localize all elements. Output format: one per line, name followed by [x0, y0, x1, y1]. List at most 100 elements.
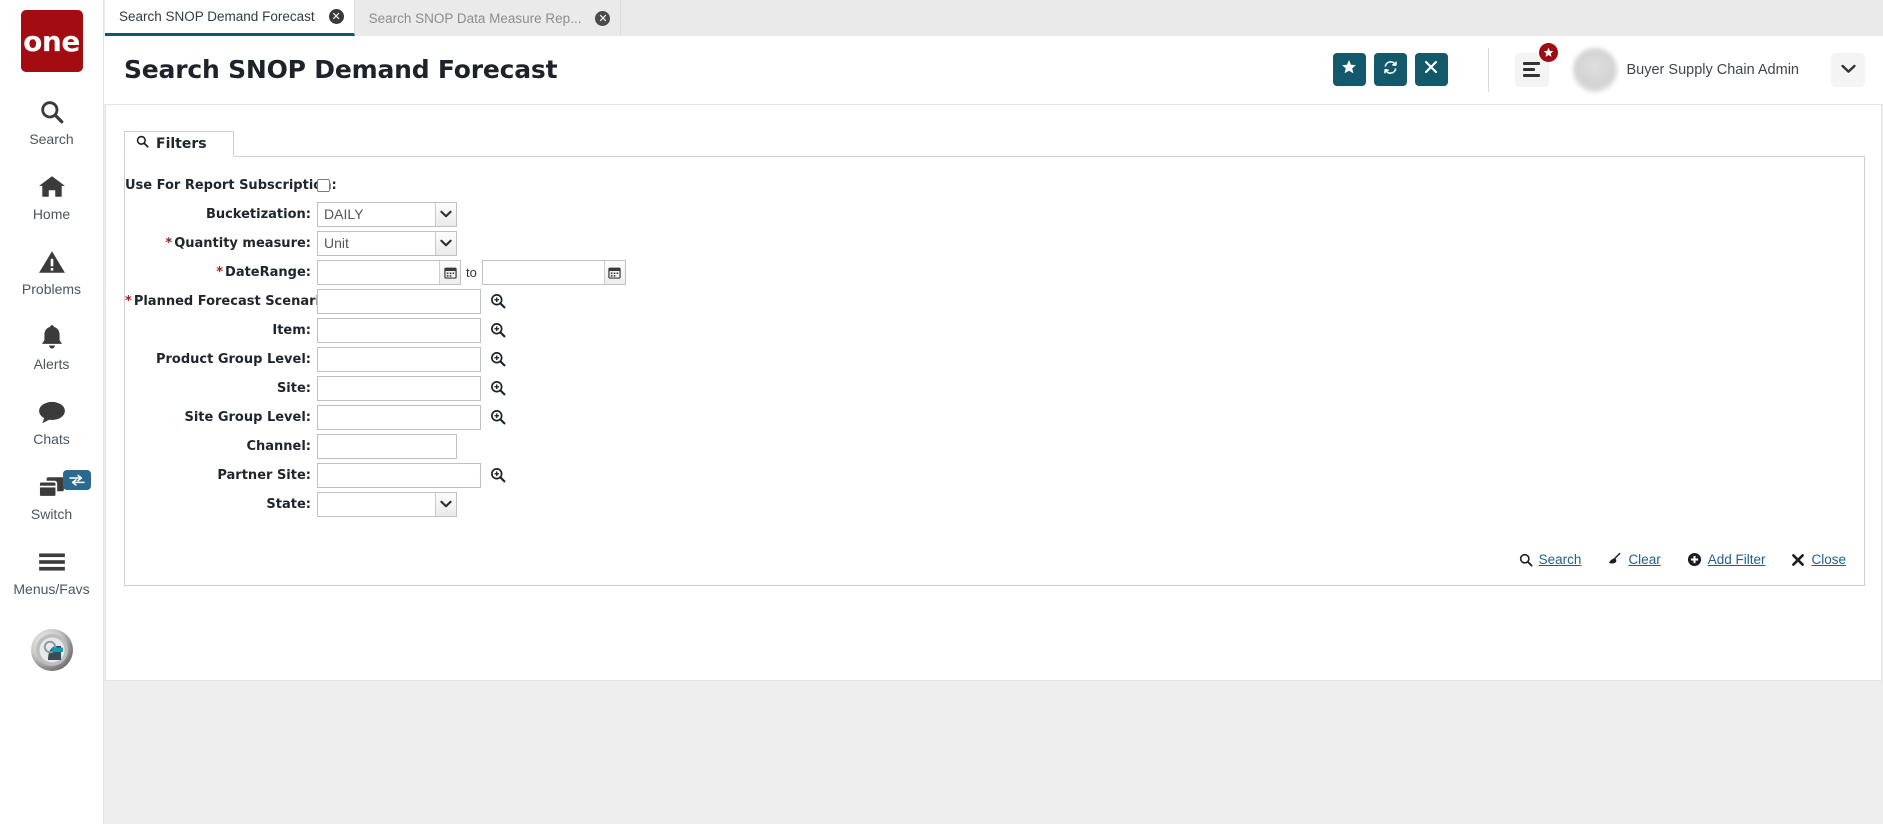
field-label: Item: [125, 323, 317, 338]
chevron-down-icon[interactable] [435, 232, 456, 255]
add-filter-button[interactable]: Add Filter [1687, 552, 1766, 567]
close-button[interactable] [1415, 53, 1448, 86]
sidebar-item-chats[interactable]: Chats [0, 397, 104, 447]
sidebar-item-alerts[interactable]: Alerts [0, 322, 104, 372]
sidebar-item-menus-favs[interactable]: Menus/Favs [0, 547, 104, 597]
user-email [1627, 79, 1800, 93]
field-label: Bucketization: [125, 207, 317, 222]
bucketization-select[interactable]: DAILY [317, 202, 457, 227]
tab-filters[interactable]: Filters [124, 131, 234, 157]
field-label: Channel: [125, 439, 317, 454]
field-row-item: Item: [125, 316, 1864, 344]
panel-tab-label: Filters [156, 136, 207, 152]
menu-button[interactable] [1515, 53, 1549, 87]
sidebar-item-search[interactable]: Search [0, 97, 104, 147]
tab-search-snop-data-measure-report[interactable]: Search SNOP Data Measure Rep... ✕ [355, 0, 622, 36]
sidebar-item-label: Chats [33, 431, 70, 447]
magnifier-plus-icon[interactable] [490, 293, 506, 309]
filters-form: Use For Report Subscription: Bucketizati… [124, 157, 1865, 586]
date-range-from-group [317, 260, 461, 285]
tab-label: Search SNOP Data Measure Rep... [369, 11, 582, 26]
tab-label: Search SNOP Demand Forecast [119, 9, 315, 24]
field-row-site: Site: [125, 374, 1864, 402]
favorite-button[interactable] [1333, 53, 1366, 86]
item-input[interactable] [317, 318, 481, 343]
use-for-report-subscription-checkbox[interactable] [317, 179, 330, 192]
partner-site-input[interactable] [317, 463, 481, 488]
quantity-measure-select[interactable]: Unit [317, 231, 457, 256]
star-icon [1341, 59, 1357, 80]
app-logo[interactable]: one [21, 10, 83, 72]
filters-action-bar: Search Clear Add Filter [125, 540, 1864, 573]
magnifier-plus-icon[interactable] [490, 380, 506, 396]
chevron-down-icon[interactable] [435, 493, 456, 516]
sidebar-item-label: Problems [22, 281, 81, 297]
browser-tab-strip: Search SNOP Demand Forecast ✕ Search SNO… [104, 0, 1883, 36]
close-filters-button[interactable]: Close [1791, 552, 1846, 567]
required-marker: * [165, 236, 172, 251]
sidebar-item-home[interactable]: Home [0, 172, 104, 222]
user-profile[interactable]: Buyer Supply Chain Admin [1573, 46, 1800, 93]
bucketization-value: DAILY [318, 203, 435, 226]
tab-search-snop-demand-forecast[interactable]: Search SNOP Demand Forecast ✕ [105, 0, 355, 36]
refresh-button[interactable] [1374, 53, 1407, 86]
panel-tab-bar: Filters [124, 129, 1865, 157]
clear-button[interactable]: Clear [1607, 552, 1660, 567]
magnifier-plus-icon[interactable] [490, 351, 506, 367]
left-nav-rail: one Search Home Problems Alerts Chats [0, 0, 104, 824]
calendar-icon[interactable] [604, 261, 625, 284]
add-filter-button-label: Add Filter [1708, 552, 1766, 567]
quantity-measure-value: Unit [318, 232, 435, 255]
chevron-down-icon [1841, 61, 1856, 79]
close-circle-icon[interactable]: ✕ [595, 11, 610, 26]
required-marker: * [125, 294, 132, 309]
required-marker: * [216, 265, 223, 280]
magnifier-plus-icon[interactable] [490, 467, 506, 483]
chat-bubble-icon [38, 397, 66, 427]
hamburger-icon [1523, 61, 1540, 78]
close-filters-button-label: Close [1811, 552, 1846, 567]
x-icon [1791, 553, 1805, 567]
plus-circle-icon [1687, 552, 1702, 567]
field-row-product-group-level: Product Group Level: [125, 345, 1864, 373]
field-label: *DateRange: [125, 265, 317, 280]
calendar-icon[interactable] [439, 261, 460, 284]
state-select[interactable] [317, 492, 457, 517]
sidebar-item-label: Switch [31, 506, 72, 522]
site-input[interactable] [317, 376, 481, 401]
product-group-level-input[interactable] [317, 347, 481, 372]
site-group-level-input[interactable] [317, 405, 481, 430]
field-row-partner-site: Partner Site: [125, 461, 1864, 489]
planned-forecast-scenario-input[interactable] [317, 289, 481, 314]
magnifier-plus-icon[interactable] [490, 409, 506, 425]
date-range-to-group [482, 260, 626, 285]
chevron-down-icon[interactable] [435, 203, 456, 226]
field-row-channel: Channel: [125, 432, 1864, 460]
field-row-site-group-level: Site Group Level: [125, 403, 1864, 431]
home-icon [38, 172, 66, 202]
search-icon [1519, 553, 1533, 567]
channel-input[interactable] [317, 434, 457, 459]
user-menu-toggle[interactable] [1831, 53, 1865, 87]
swap-arrows-icon[interactable] [63, 470, 91, 490]
sidebar-item-problems[interactable]: Problems [0, 247, 104, 297]
field-row-date-range: *DateRange: to [125, 258, 1864, 286]
windows-stack-icon [38, 472, 66, 502]
sidebar-item-switch[interactable]: Switch [0, 472, 104, 522]
sidebar-item-label: Home [33, 206, 70, 222]
date-range-to-input[interactable] [483, 261, 604, 284]
field-label: Site Group Level: [125, 410, 317, 425]
field-label: Partner Site: [125, 468, 317, 483]
assistant-avatar-icon[interactable] [31, 629, 73, 671]
page-header: Search SNOP Demand Forecast [104, 36, 1883, 104]
search-button-label: Search [1539, 552, 1582, 567]
warning-triangle-icon [38, 247, 66, 277]
page-title: Search SNOP Demand Forecast [124, 55, 557, 84]
broom-icon [1607, 552, 1622, 567]
date-range-from-input[interactable] [318, 261, 439, 284]
header-action-group: Buyer Supply Chain Admin [1333, 46, 1883, 93]
close-circle-icon[interactable]: ✕ [329, 9, 344, 24]
field-label: Product Group Level: [125, 352, 317, 367]
search-button[interactable]: Search [1519, 552, 1582, 567]
magnifier-plus-icon[interactable] [490, 322, 506, 338]
